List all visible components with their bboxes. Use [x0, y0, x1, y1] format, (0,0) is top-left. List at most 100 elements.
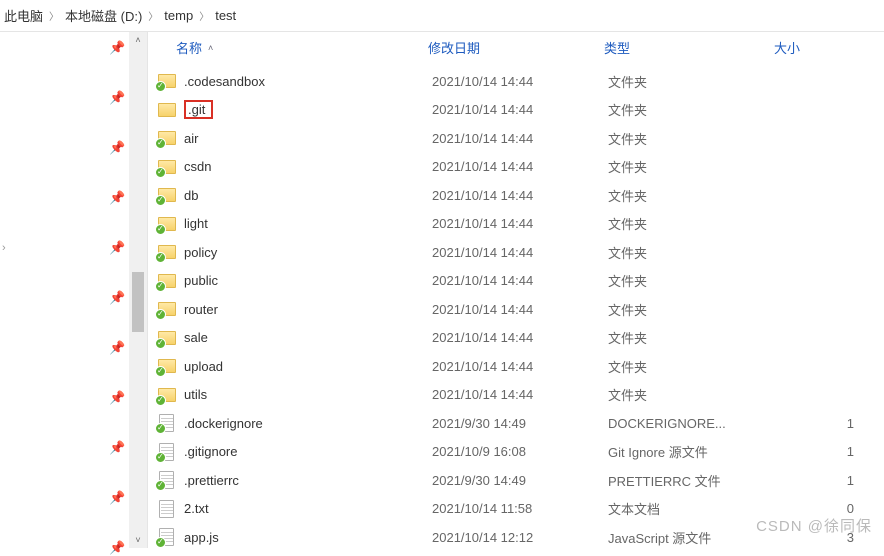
quick-access-pins: 📌 📌 📌 📌 📌 📌 📌 📌 📌 📌 📌 [0, 32, 129, 548]
file-row[interactable]: .prettierrc2021/9/30 14:49PRETTIERRC 文件1 [148, 466, 884, 495]
scrollbar-thumb[interactable] [132, 272, 144, 332]
column-headers: 名称 ˄ 修改日期 类型 大小 [148, 32, 884, 67]
file-name: light [184, 216, 208, 231]
cell-date: 2021/10/9 16:08 [432, 444, 608, 459]
file-row[interactable]: 2.txt2021/10/14 11:58文本文档0 [148, 495, 884, 524]
sync-check-icon [155, 480, 166, 491]
file-name: public [184, 273, 218, 288]
cell-type: 文件夹 [608, 385, 778, 404]
file-row[interactable]: csdn2021/10/14 14:44文件夹 [148, 153, 884, 182]
folder-icon [158, 129, 176, 147]
cell-date: 2021/10/14 14:44 [432, 273, 608, 288]
file-row[interactable]: router2021/10/14 14:44文件夹 [148, 295, 884, 324]
cell-name[interactable]: .git [152, 100, 432, 119]
cell-name[interactable]: 2.txt [152, 500, 432, 518]
file-name: .prettierrc [184, 473, 239, 488]
cell-name[interactable]: router [152, 300, 432, 318]
crumb-2[interactable]: temp [164, 8, 193, 23]
header-name-label: 名称 [176, 38, 202, 57]
file-row[interactable]: .git2021/10/14 14:44文件夹 [148, 96, 884, 125]
cell-name[interactable]: .gitignore [152, 443, 432, 461]
cell-date: 2021/10/14 14:44 [432, 188, 608, 203]
cell-size: 1 [778, 416, 884, 431]
cell-name[interactable]: light [152, 215, 432, 233]
file-name: router [184, 302, 218, 317]
file-name: .git [184, 100, 213, 119]
file-row[interactable]: .dockerignore2021/9/30 14:49DOCKERIGNORE… [148, 409, 884, 438]
folder-icon [158, 272, 176, 290]
file-row[interactable]: db2021/10/14 14:44文件夹 [148, 181, 884, 210]
file-row[interactable]: .gitignore2021/10/9 16:08Git Ignore 源文件1 [148, 438, 884, 467]
sync-check-icon [155, 309, 166, 320]
crumb-0[interactable]: 此电脑 [4, 6, 43, 25]
cell-name[interactable]: sale [152, 329, 432, 347]
cell-size: 3 [778, 530, 884, 545]
column-header-date[interactable]: 修改日期 [428, 38, 604, 57]
cell-date: 2021/10/14 14:44 [432, 302, 608, 317]
cell-date: 2021/10/14 14:44 [432, 387, 608, 402]
cell-name[interactable]: app.js [152, 528, 432, 546]
cell-type: PRETTIERRC 文件 [608, 471, 778, 490]
sync-check-icon [155, 224, 166, 235]
pin-icon: 📌 [109, 490, 125, 506]
cell-date: 2021/10/14 14:44 [432, 131, 608, 146]
tree-marker: › [2, 242, 6, 254]
file-row[interactable]: sale2021/10/14 14:44文件夹 [148, 324, 884, 353]
cell-date: 2021/9/30 14:49 [432, 416, 608, 431]
column-header-name[interactable]: 名称 ˄ [148, 38, 428, 57]
sync-check-icon [155, 281, 166, 292]
crumb-3[interactable]: test [215, 8, 236, 23]
pin-icon: 📌 [109, 140, 125, 156]
file-name: .gitignore [184, 444, 237, 459]
file-icon [158, 500, 176, 518]
sync-check-icon [155, 423, 166, 434]
breadcrumb[interactable]: 此电脑 〉 本地磁盘 (D:) 〉 temp 〉 test [0, 0, 884, 32]
cell-name[interactable]: db [152, 186, 432, 204]
cell-date: 2021/10/14 14:44 [432, 74, 608, 89]
cell-date: 2021/10/14 14:44 [432, 102, 608, 117]
file-row[interactable]: upload2021/10/14 14:44文件夹 [148, 352, 884, 381]
cell-name[interactable]: csdn [152, 158, 432, 176]
file-row[interactable]: policy2021/10/14 14:44文件夹 [148, 238, 884, 267]
sync-check-icon [155, 167, 166, 178]
cell-name[interactable]: .prettierrc [152, 471, 432, 489]
cell-date: 2021/10/14 14:44 [432, 216, 608, 231]
file-row[interactable]: air2021/10/14 14:44文件夹 [148, 124, 884, 153]
folder-icon [158, 300, 176, 318]
folder-icon [158, 357, 176, 375]
file-row[interactable]: light 2021/10/14 14:44文件夹 [148, 210, 884, 239]
pin-icon: 📌 [109, 390, 125, 406]
file-row[interactable]: app.js2021/10/14 12:12JavaScript 源文件3 [148, 523, 884, 552]
cell-date: 2021/10/14 14:44 [432, 245, 608, 260]
cell-date: 2021/9/30 14:49 [432, 473, 608, 488]
file-list-pane: 名称 ˄ 修改日期 类型 大小 .codesandbox2021/10/14 1… [148, 32, 884, 548]
file-row[interactable]: .codesandbox2021/10/14 14:44文件夹 [148, 67, 884, 96]
folder-icon [158, 329, 176, 347]
column-header-type[interactable]: 类型 [604, 38, 774, 57]
cell-name[interactable]: .dockerignore [152, 414, 432, 432]
cell-size: 0 [778, 501, 884, 516]
cell-name[interactable]: upload [152, 357, 432, 375]
file-icon [158, 414, 176, 432]
cell-name[interactable]: policy [152, 243, 432, 261]
crumb-1[interactable]: 本地磁盘 (D:) [65, 6, 142, 25]
file-row[interactable]: public2021/10/14 14:44文件夹 [148, 267, 884, 296]
pin-icon: 📌 [109, 240, 125, 256]
sidebar-scrollbar[interactable]: ˄ ˅ [129, 32, 147, 548]
cell-name[interactable]: air [152, 129, 432, 147]
cell-type: 文件夹 [608, 72, 778, 91]
cell-type: 文件夹 [608, 214, 778, 233]
folder-icon [158, 72, 176, 90]
sync-check-icon [155, 452, 166, 463]
sync-check-icon [155, 537, 166, 548]
pin-icon: 📌 [109, 40, 125, 56]
file-name: upload [184, 359, 223, 374]
scroll-up-icon[interactable]: ˄ [129, 32, 147, 48]
file-row[interactable]: utils2021/10/14 14:44文件夹 [148, 381, 884, 410]
folder-icon [158, 215, 176, 233]
cell-name[interactable]: public [152, 272, 432, 290]
file-icon [158, 528, 176, 546]
column-header-size[interactable]: 大小 [774, 38, 884, 57]
cell-name[interactable]: .codesandbox [152, 72, 432, 90]
cell-name[interactable]: utils [152, 386, 432, 404]
